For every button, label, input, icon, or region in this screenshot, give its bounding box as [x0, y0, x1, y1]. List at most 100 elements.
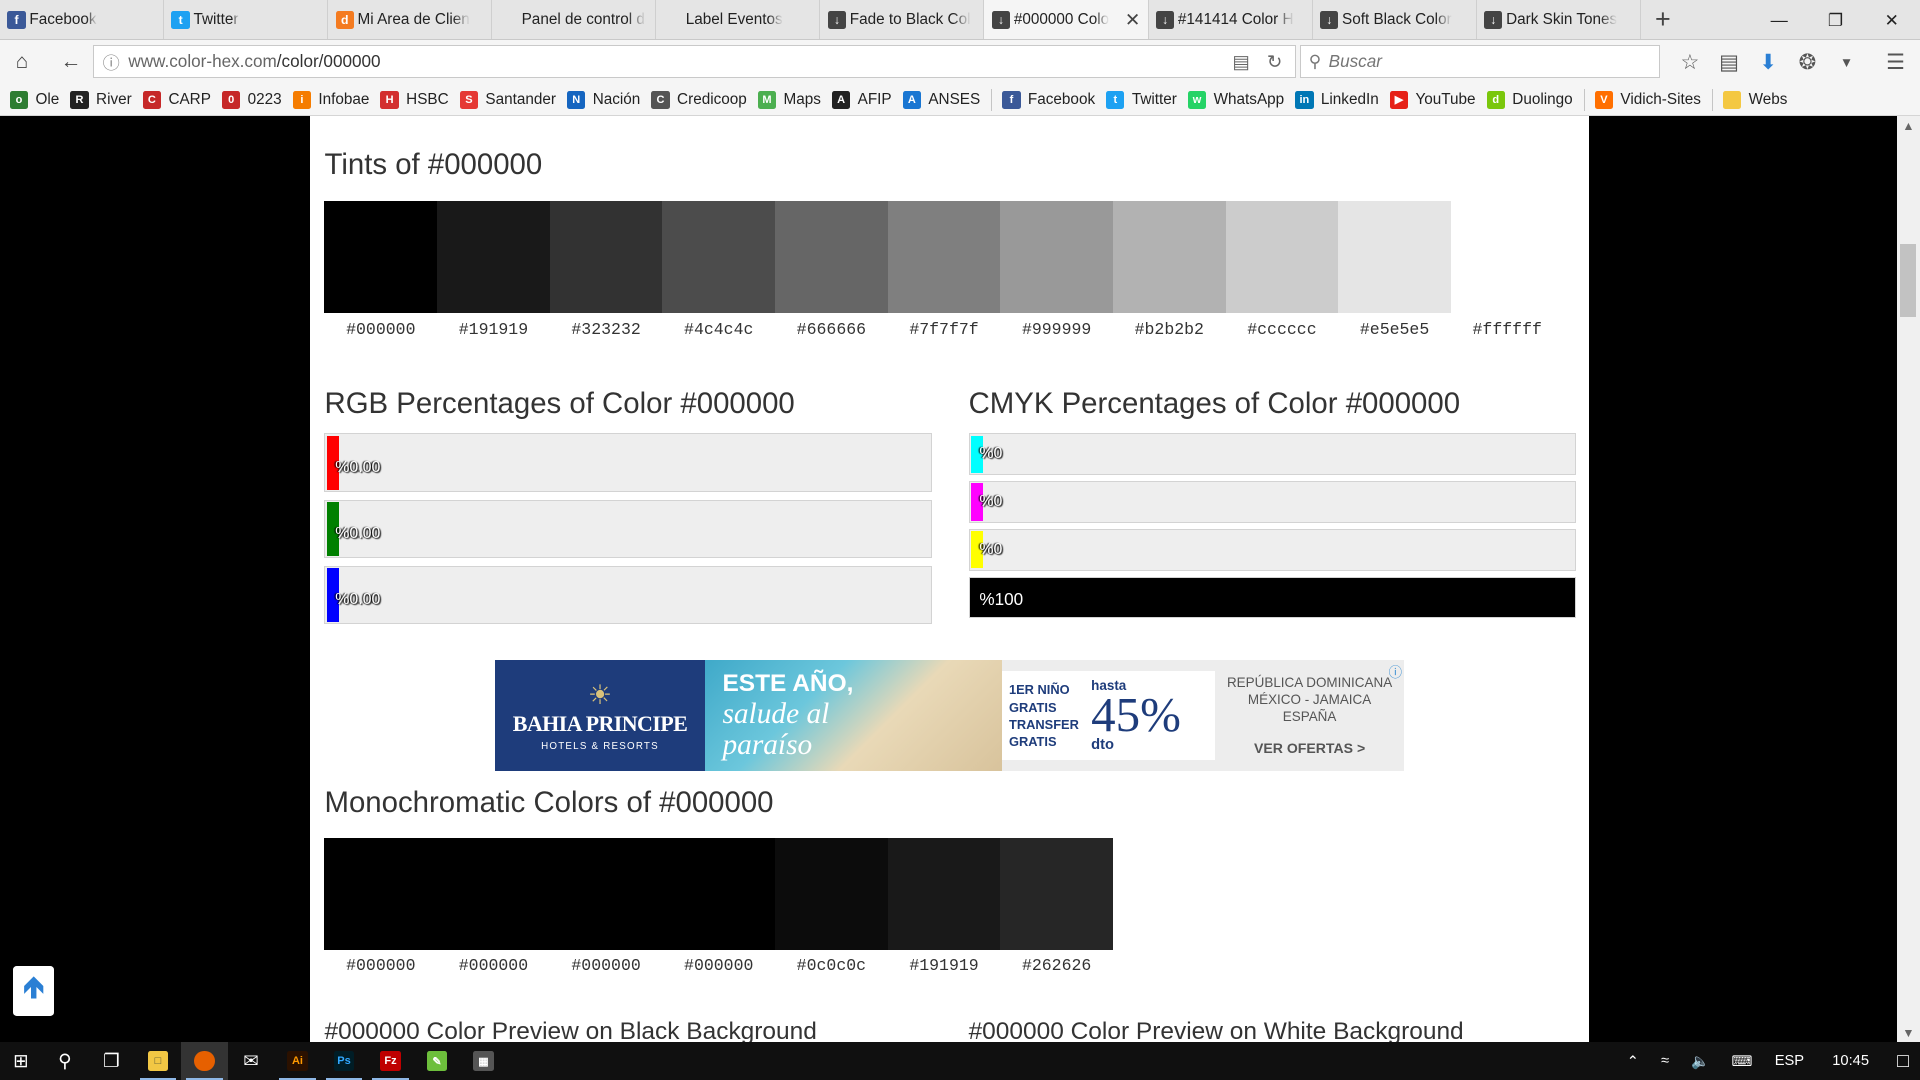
swatch-chip[interactable] — [887, 837, 1001, 951]
calculator-icon[interactable]: ▦ — [460, 1042, 507, 1080]
keyboard-icon[interactable]: ⌨ — [1731, 1053, 1752, 1070]
bookmark-18[interactable]: V Vidich-Sites — [1594, 90, 1701, 110]
color-swatch[interactable]: #000000 — [437, 837, 550, 975]
swatch-code[interactable]: #323232 — [550, 320, 663, 339]
color-swatch[interactable]: #666666 — [775, 200, 888, 339]
bookmark-12[interactable]: f Facebook — [1002, 90, 1095, 110]
tab-8[interactable]: ↓ Soft Black Color — [1313, 0, 1477, 40]
close-window-icon[interactable]: ✕ — [1864, 0, 1920, 40]
bookmark-5[interactable]: H HSBC — [380, 90, 449, 110]
swatch-code[interactable]: #191919 — [888, 956, 1001, 975]
bookmark-10[interactable]: A AFIP — [831, 90, 892, 110]
swatch-chip[interactable] — [1000, 200, 1113, 314]
address-bar[interactable]: ⓘ www.color-hex.com/color/000000 ▤ ↻ — [93, 45, 1296, 79]
volume-icon[interactable]: 🔈 — [1691, 1052, 1709, 1070]
color-swatch[interactable]: #ffffff — [1450, 200, 1564, 339]
overflow-chevron-icon[interactable]: ▼ — [1827, 45, 1866, 79]
reload-icon[interactable]: ↻ — [1267, 51, 1282, 73]
bookmark-1[interactable]: R River — [70, 90, 132, 110]
bookmark-19[interactable]: Webs — [1722, 90, 1787, 110]
tab-5[interactable]: ↓ Fade to Black Col — [820, 0, 985, 40]
bookmark-2[interactable]: C CARP — [142, 90, 211, 110]
swatch-chip[interactable] — [775, 837, 888, 951]
mail-icon[interactable]: ✉ — [228, 1042, 275, 1080]
back-icon[interactable]: ← — [51, 44, 90, 81]
tab-0[interactable]: f Facebook — [0, 0, 165, 40]
swatch-code[interactable]: #262626 — [1000, 956, 1113, 975]
bookmark-9[interactable]: M Maps — [757, 90, 821, 110]
bookmark-13[interactable]: t Twitter — [1106, 90, 1177, 110]
tab-9[interactable]: ↓ Dark Skin Tones — [1477, 0, 1641, 40]
bookmark-14[interactable]: w WhatsApp — [1187, 90, 1284, 110]
download-icon[interactable]: ⬇ — [1749, 45, 1788, 79]
firefox-icon[interactable] — [181, 1042, 228, 1080]
task-view-icon[interactable]: ❐ — [88, 1042, 135, 1080]
swatch-code[interactable]: #000000 — [324, 956, 437, 975]
swatch-chip[interactable] — [887, 200, 1001, 314]
color-swatch[interactable]: #999999 — [1000, 200, 1113, 339]
illustrator-icon[interactable]: Ai — [274, 1042, 321, 1080]
bookmark-15[interactable]: in LinkedIn — [1295, 90, 1379, 110]
color-swatch[interactable]: #b2b2b2 — [1112, 200, 1226, 339]
menu-icon[interactable]: ☰ — [1876, 45, 1915, 79]
color-swatch[interactable]: #4c4c4c — [662, 200, 776, 339]
swatch-chip[interactable] — [1112, 200, 1226, 314]
swatch-code[interactable]: #b2b2b2 — [1113, 320, 1226, 339]
color-swatch[interactable]: #191919 — [887, 837, 1001, 975]
close-tab-icon[interactable]: ✕ — [1125, 9, 1140, 31]
swatch-chip[interactable] — [775, 200, 888, 314]
advertisement-banner[interactable]: ☀ BAHIA PRINCIPE HOTELS & RESORTS ESTE A… — [494, 659, 1405, 772]
notifications-icon[interactable]: □ — [1897, 1050, 1909, 1073]
color-swatch[interactable]: #7f7f7f — [887, 200, 1001, 339]
color-swatch[interactable]: #000000 — [549, 837, 663, 975]
swatch-code[interactable]: #666666 — [775, 320, 888, 339]
filezilla-icon[interactable]: Fz — [367, 1042, 414, 1080]
swatch-chip[interactable] — [1000, 837, 1113, 951]
bookmark-17[interactable]: d Duolingo — [1486, 90, 1573, 110]
photoshop-icon[interactable]: Ps — [321, 1042, 368, 1080]
scrollbar-thumb[interactable] — [1900, 243, 1917, 318]
bookmark-6[interactable]: S Santander — [459, 90, 556, 110]
bookmark-star-icon[interactable]: ☆ — [1670, 45, 1709, 79]
swatch-code[interactable]: #000000 — [437, 956, 550, 975]
info-icon[interactable]: ⓘ — [94, 49, 128, 74]
swatch-code[interactable]: #000000 — [550, 956, 663, 975]
swatch-chip[interactable] — [662, 837, 776, 951]
color-swatch[interactable]: #000000 — [662, 837, 776, 975]
bookmark-3[interactable]: 0 0223 — [221, 90, 282, 110]
swatch-code[interactable]: #cccccc — [1226, 320, 1339, 339]
color-swatch[interactable]: #191919 — [437, 200, 550, 339]
search-taskbar-icon[interactable]: ⚲ — [42, 1042, 89, 1080]
reader-view-icon[interactable]: ▤ — [1232, 51, 1249, 73]
extension-icon[interactable]: ❂ — [1788, 45, 1827, 79]
swatch-chip[interactable] — [324, 200, 438, 314]
swatch-chip[interactable] — [1338, 200, 1451, 314]
swatch-code[interactable]: #e5e5e5 — [1338, 320, 1451, 339]
swatch-chip[interactable] — [549, 200, 663, 314]
swatch-chip[interactable] — [662, 200, 776, 314]
tab-2[interactable]: d Mi Area de Clien — [328, 0, 493, 40]
tab-4[interactable]: Label Eventos — [656, 0, 821, 40]
color-swatch[interactable]: #000000 — [324, 200, 438, 339]
bookmark-7[interactable]: N Nación — [567, 90, 640, 110]
color-swatch[interactable]: #262626 — [1000, 837, 1113, 975]
chevron-up-icon[interactable]: ⌃ — [1627, 1053, 1639, 1070]
clock[interactable]: 10:45 — [1832, 1053, 1869, 1069]
language-indicator[interactable]: ESP — [1775, 1053, 1804, 1069]
bookmark-0[interactable]: o Ole — [9, 90, 59, 110]
swatch-chip[interactable] — [324, 837, 438, 951]
notepad-icon[interactable]: ✎ — [414, 1042, 461, 1080]
search-box[interactable]: ⚲ — [1300, 45, 1661, 79]
swatch-code[interactable]: #0c0c0c — [775, 956, 888, 975]
new-tab-icon[interactable]: + — [1641, 0, 1685, 39]
color-swatch[interactable]: #323232 — [549, 200, 663, 339]
swatch-code[interactable]: #191919 — [437, 320, 550, 339]
tab-3[interactable]: Panel de control de h — [492, 0, 657, 40]
wifi-icon[interactable]: ≈ — [1661, 1053, 1669, 1069]
bookmark-8[interactable]: C Credicoop — [651, 90, 747, 110]
back-to-top-button[interactable]: 🡹 — [13, 966, 54, 1017]
tab-6[interactable]: ↓ #000000 Colo ✕ — [984, 0, 1149, 40]
swatch-chip[interactable] — [549, 837, 663, 951]
swatch-code[interactable]: #000000 — [662, 956, 775, 975]
swatch-code[interactable]: #4c4c4c — [662, 320, 775, 339]
